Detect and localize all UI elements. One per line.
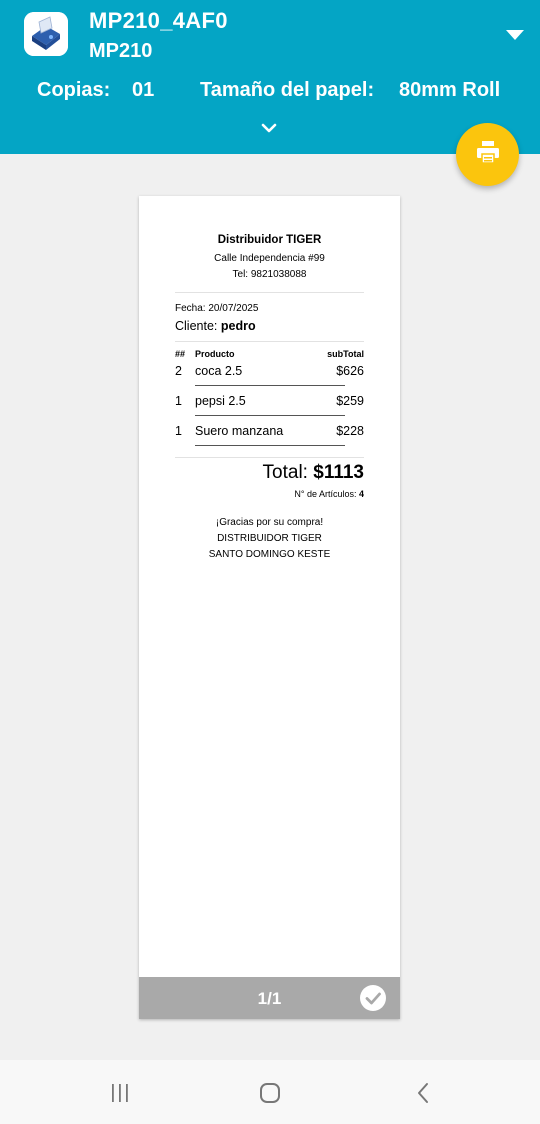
paper-size-label: Tamaño del papel: bbox=[200, 79, 375, 101]
item-subtotal: $626 bbox=[336, 364, 364, 378]
column-header-subtotal: subTotal bbox=[327, 349, 364, 359]
item-count-line: N° de Artículos: 4 bbox=[294, 489, 364, 499]
item-underline bbox=[195, 445, 345, 446]
receipt-preview: Distribuidor TIGER Calle Independencia #… bbox=[139, 196, 400, 1019]
printer-name[interactable]: MP210_4AF0 bbox=[89, 8, 228, 34]
home-icon[interactable] bbox=[255, 1080, 285, 1106]
copies-label: Copias: bbox=[37, 79, 111, 101]
dropdown-triangle-icon[interactable] bbox=[506, 30, 524, 40]
page-bar: 1/1 bbox=[139, 977, 400, 1019]
total-value: $1113 bbox=[313, 462, 364, 483]
item-subtotal: $259 bbox=[336, 394, 364, 408]
total-label: Total: bbox=[262, 462, 314, 483]
item-count-value: 4 bbox=[358, 489, 364, 499]
client-name: pedro bbox=[220, 319, 256, 333]
print-icon bbox=[474, 138, 502, 171]
item-product: coca 2.5 bbox=[195, 364, 243, 378]
item-product: Suero manzana bbox=[195, 424, 284, 438]
item-underline bbox=[195, 385, 345, 386]
store-name: Distribuidor TIGER bbox=[217, 234, 322, 246]
column-header-product: Producto bbox=[195, 349, 235, 359]
divider bbox=[175, 292, 364, 293]
copies-value[interactable]: 01 bbox=[132, 79, 154, 102]
printer-app-icon bbox=[24, 12, 68, 56]
recent-apps-icon[interactable] bbox=[105, 1080, 135, 1106]
divider bbox=[175, 457, 364, 458]
item-qty: 1 bbox=[175, 394, 182, 408]
back-icon[interactable] bbox=[408, 1080, 438, 1106]
receipt-date: Fecha: 20/07/2025 bbox=[175, 303, 259, 314]
printer-model[interactable]: MP210 bbox=[89, 40, 152, 63]
item-product: pepsi 2.5 bbox=[195, 394, 246, 408]
total-line: Total: $1113 bbox=[263, 462, 364, 484]
column-header-qty: ## bbox=[175, 349, 186, 359]
divider bbox=[175, 341, 364, 342]
item-underline bbox=[195, 415, 345, 416]
item-qty: 1 bbox=[175, 424, 182, 438]
item-count-label: N° de Artículos: bbox=[294, 489, 359, 499]
store-address: Calle Independencia #99 bbox=[214, 253, 325, 264]
paper-size-value[interactable]: 80mm Roll bbox=[399, 79, 500, 102]
footer-line: ¡Gracias por su compra! bbox=[215, 517, 324, 528]
footer-line: SANTO DOMINGO KESTE bbox=[208, 549, 331, 560]
check-circle-icon[interactable] bbox=[360, 985, 386, 1011]
item-qty: 2 bbox=[175, 364, 182, 378]
item-subtotal: $228 bbox=[336, 424, 364, 438]
store-phone: Tel: 9821038088 bbox=[232, 269, 307, 280]
chevron-down-icon[interactable] bbox=[261, 121, 277, 133]
footer-line: DISTRIBUIDOR TIGER bbox=[217, 533, 322, 544]
header-bar: MP210_4AF0 MP210 Copias: 01 Tamaño del p… bbox=[0, 0, 540, 154]
print-button[interactable] bbox=[456, 123, 519, 186]
system-nav-bar bbox=[0, 1060, 540, 1124]
client-line: Cliente: pedro bbox=[175, 319, 256, 333]
client-label: Cliente: bbox=[175, 319, 221, 333]
